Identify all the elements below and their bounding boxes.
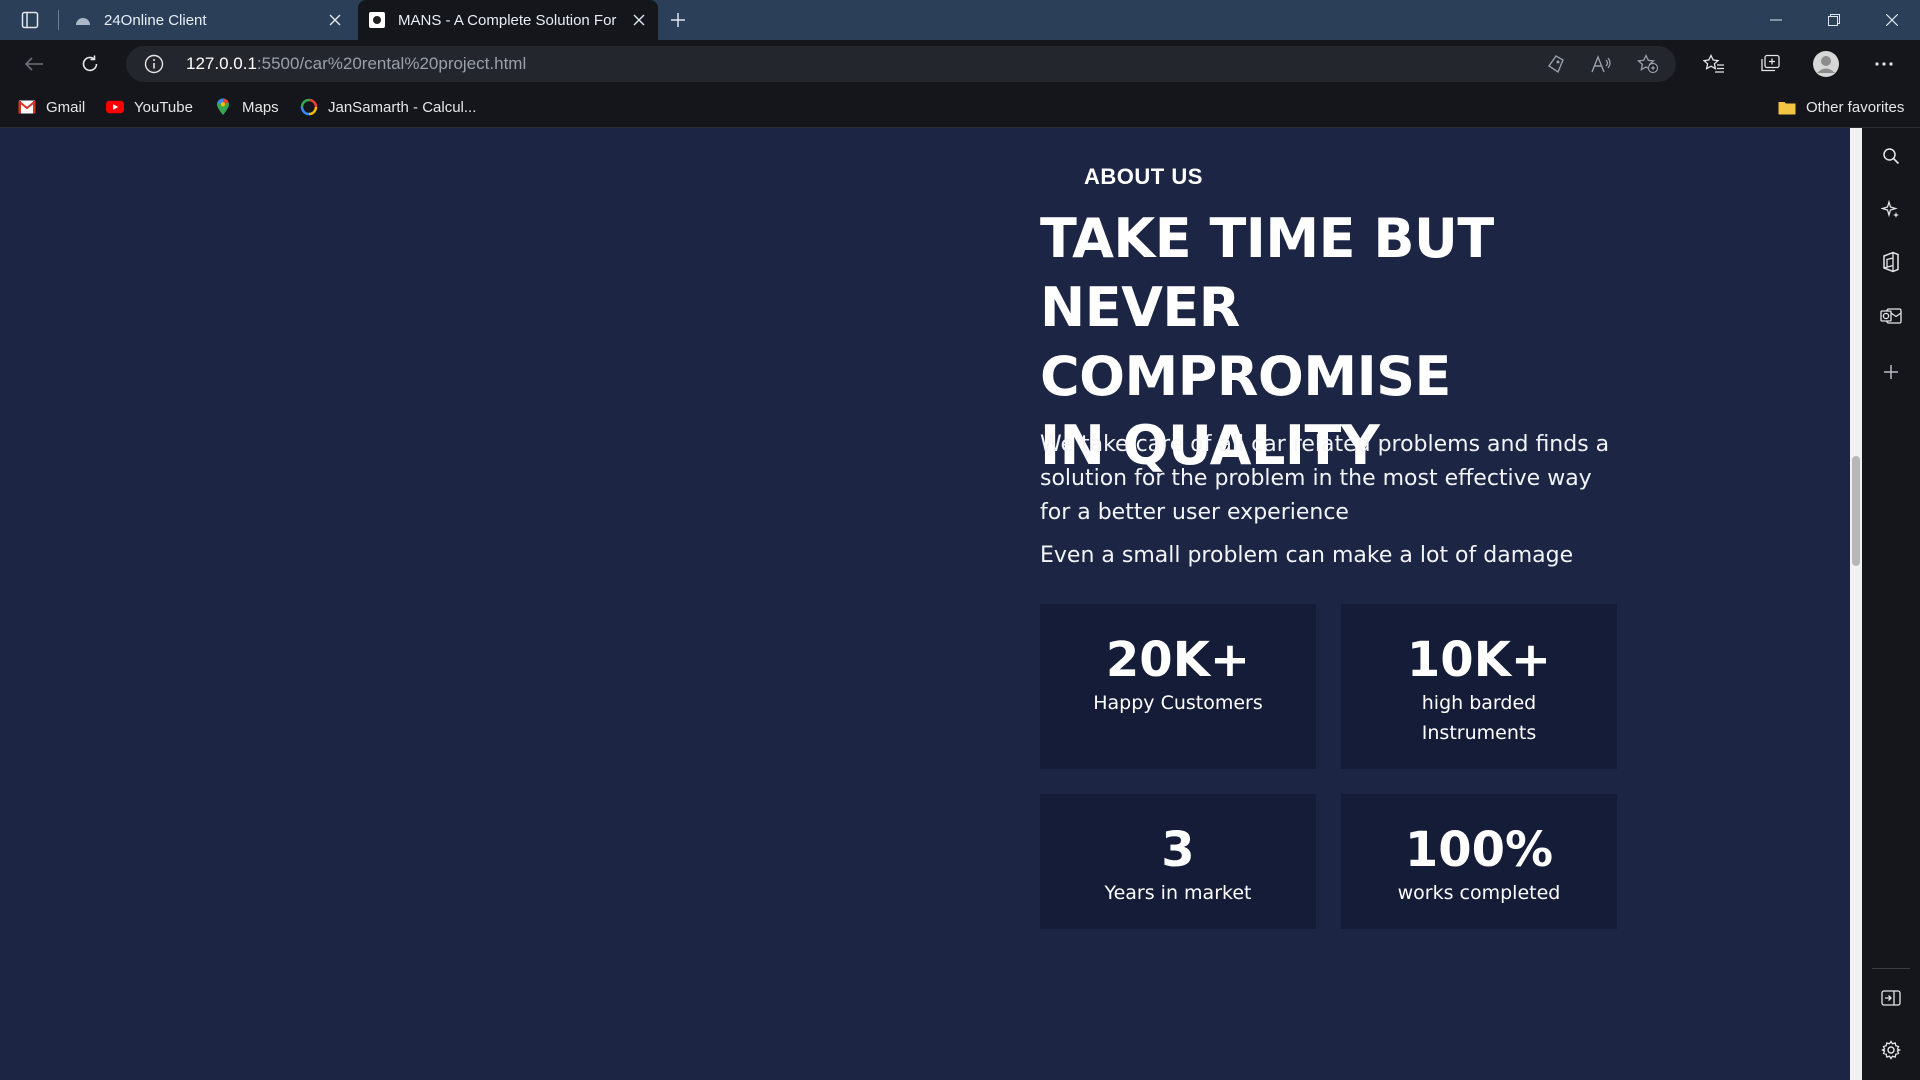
office-icon[interactable] (1879, 250, 1903, 274)
outlook-icon[interactable] (1879, 304, 1903, 328)
address-bar[interactable]: 127.0.0.1:5500/car%20rental%20project.ht… (126, 46, 1676, 82)
browser-titlebar: 24Online Client MANS - A Complete Soluti… (0, 0, 1920, 40)
page-scrollbar[interactable] (1850, 128, 1862, 1080)
tab-title: 24Online Client (104, 11, 207, 29)
stat-value: 3 (1161, 822, 1195, 878)
favorite-maps[interactable]: Maps (214, 97, 279, 117)
favorite-label: YouTube (134, 98, 193, 116)
restore-icon[interactable] (1806, 0, 1862, 40)
cloud-icon (74, 11, 92, 29)
page-viewport: ABOUT US TAKE TIME BUT NEVER COMPROMISE … (0, 128, 1850, 1080)
jansamarth-icon (300, 98, 318, 116)
other-favorites[interactable]: Other favorites (1778, 97, 1904, 117)
close-icon[interactable] (626, 7, 652, 33)
refresh-icon[interactable] (74, 48, 106, 80)
url-path: :5500/car%20rental%20project.html (256, 54, 527, 73)
tab-mans[interactable]: MANS - A Complete Solution For (358, 0, 658, 40)
new-tab-icon[interactable] (664, 6, 692, 34)
stat-card-customers: 20K+ Happy Customers (1040, 604, 1316, 769)
tab-actions-icon[interactable] (16, 6, 44, 34)
collections-icon[interactable] (1754, 48, 1786, 80)
favorites-icon[interactable] (1698, 48, 1730, 80)
profile-avatar[interactable] (1810, 48, 1842, 80)
stat-card-works: 100% works completed (1341, 794, 1617, 929)
stat-label: works completed (1397, 882, 1561, 904)
stat-value: 100% (1404, 822, 1554, 878)
stat-label: high barded Instruments (1421, 692, 1537, 744)
favorite-youtube[interactable]: YouTube (106, 97, 193, 117)
tab-24online[interactable]: 24Online Client (64, 0, 354, 40)
settings-gear-icon[interactable] (1879, 1038, 1903, 1062)
other-favorites-label: Other favorites (1806, 98, 1905, 116)
tab-title: MANS - A Complete Solution For (398, 11, 617, 29)
stat-card-years: 3 Years in market (1040, 794, 1316, 929)
about-paragraph-1: We take care of all car related problems… (1040, 432, 1610, 525)
tracking-prevention-icon[interactable] (1544, 52, 1568, 76)
maps-icon (214, 98, 232, 116)
heading-line: NEVER COMPROMISE (1040, 276, 1451, 408)
site-info-icon[interactable] (144, 54, 164, 74)
scrollbar-thumb[interactable] (1852, 456, 1860, 566)
site-favicon-icon (368, 11, 386, 29)
stat-value: 10K+ (1406, 632, 1552, 688)
read-aloud-icon[interactable] (1590, 52, 1614, 76)
about-paragraph-2: Even a small problem can make a lot of d… (1040, 543, 1574, 568)
back-icon[interactable] (18, 48, 50, 80)
favorite-label: Maps (242, 98, 279, 116)
stat-label: Happy Customers (1093, 692, 1263, 714)
gmail-icon (18, 98, 36, 116)
close-icon[interactable] (322, 7, 348, 33)
sidebar-divider (1872, 968, 1910, 969)
stat-label: Years in market (1104, 882, 1252, 904)
favorite-jansamarth[interactable]: JanSamarth - Calcul... (300, 97, 476, 117)
add-icon[interactable] (1879, 360, 1903, 384)
favorites-bar: Gmail YouTube Maps JanSamarth - Calcul..… (0, 87, 1920, 128)
about-eyebrow: ABOUT US (1084, 164, 1203, 189)
stat-card-instruments: 10K+ high barded Instruments (1341, 604, 1617, 769)
tab-divider (58, 10, 59, 30)
add-favorite-icon[interactable] (1636, 52, 1660, 76)
stat-value: 20K+ (1105, 632, 1251, 688)
folder-icon (1778, 98, 1796, 116)
close-window-icon[interactable] (1864, 0, 1920, 40)
copilot-sparkle-icon[interactable] (1879, 198, 1903, 222)
minimize-icon[interactable] (1748, 0, 1804, 40)
favorite-label: JanSamarth - Calcul... (328, 98, 477, 116)
search-icon[interactable] (1879, 144, 1903, 168)
url-text[interactable]: 127.0.0.1:5500/car%20rental%20project.ht… (186, 54, 526, 74)
heading-line: TAKE TIME BUT (1040, 207, 1494, 270)
url-host: 127.0.0.1 (186, 54, 257, 73)
favorite-gmail[interactable]: Gmail (18, 97, 85, 117)
youtube-icon (106, 98, 124, 116)
favorite-label: Gmail (46, 98, 86, 116)
browser-toolbar: 127.0.0.1:5500/car%20rental%20project.ht… (0, 40, 1920, 87)
hide-sidebar-icon[interactable] (1879, 986, 1903, 1010)
more-icon[interactable] (1868, 48, 1900, 80)
edge-sidebar (1862, 128, 1920, 1080)
